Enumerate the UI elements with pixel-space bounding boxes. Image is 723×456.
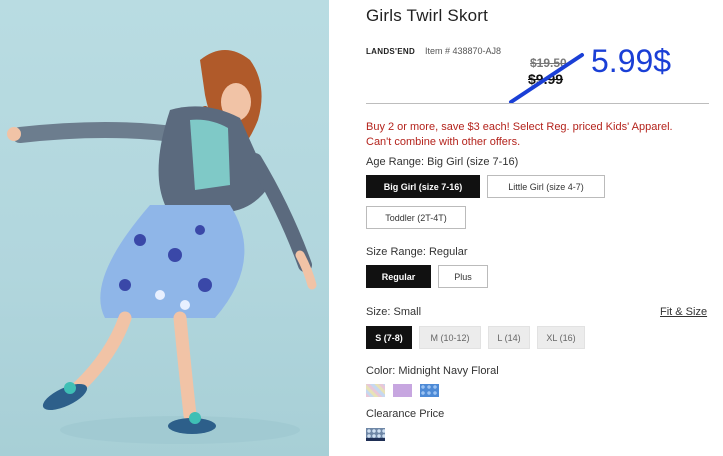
size-label: Size: Small	[366, 306, 422, 318]
size-option-s[interactable]: S (7-8)	[366, 326, 412, 349]
product-title: Girls Twirl Skort	[366, 6, 489, 25]
item-number: Item # 438870-AJ8	[425, 46, 502, 56]
size-range-regular[interactable]: Regular	[366, 265, 431, 288]
navy-dot-swatch[interactable]	[420, 384, 439, 397]
size-range-plus[interactable]: Plus	[438, 265, 488, 288]
handwritten-price-annotation: 5.99$	[591, 43, 672, 79]
original-price: $19.50	[530, 56, 567, 70]
age-option-toddler[interactable]: Toddler (2T-4T)	[366, 206, 466, 229]
promo-line-2: Can't combine with other offers.	[366, 136, 521, 148]
size-option-m[interactable]: M (10-12)	[419, 326, 481, 349]
midnight-navy-floral-swatch[interactable]	[366, 428, 385, 441]
brand-logo: LANDS'END	[366, 47, 416, 56]
color-label: Color: Midnight Navy Floral	[366, 365, 499, 377]
sale-price: $9.99	[528, 71, 564, 87]
age-option-big-girl[interactable]: Big Girl (size 7-16)	[366, 175, 480, 198]
clearance-label: Clearance Price	[366, 408, 445, 420]
lavender-swatch[interactable]	[393, 384, 412, 397]
size-option-l[interactable]: L (14)	[488, 326, 530, 349]
age-range-label: Age Range: Big Girl (size 7-16)	[366, 156, 519, 168]
product-photo	[0, 0, 329, 456]
size-range-label: Size Range: Regular	[366, 246, 468, 258]
promo-line-1: Buy 2 or more, save $3 each! Select Reg.…	[366, 121, 673, 133]
promo-message: Buy 2 or more, save $3 each! Select Reg.…	[366, 120, 716, 150]
divider	[366, 103, 709, 104]
age-option-little-girl[interactable]: Little Girl (size 4-7)	[487, 175, 605, 198]
multi-floral-swatch[interactable]	[366, 384, 385, 397]
size-option-xl[interactable]: XL (16)	[537, 326, 585, 349]
fit-size-link[interactable]: Fit & Size	[660, 306, 707, 318]
girl-illustration	[7, 50, 317, 444]
